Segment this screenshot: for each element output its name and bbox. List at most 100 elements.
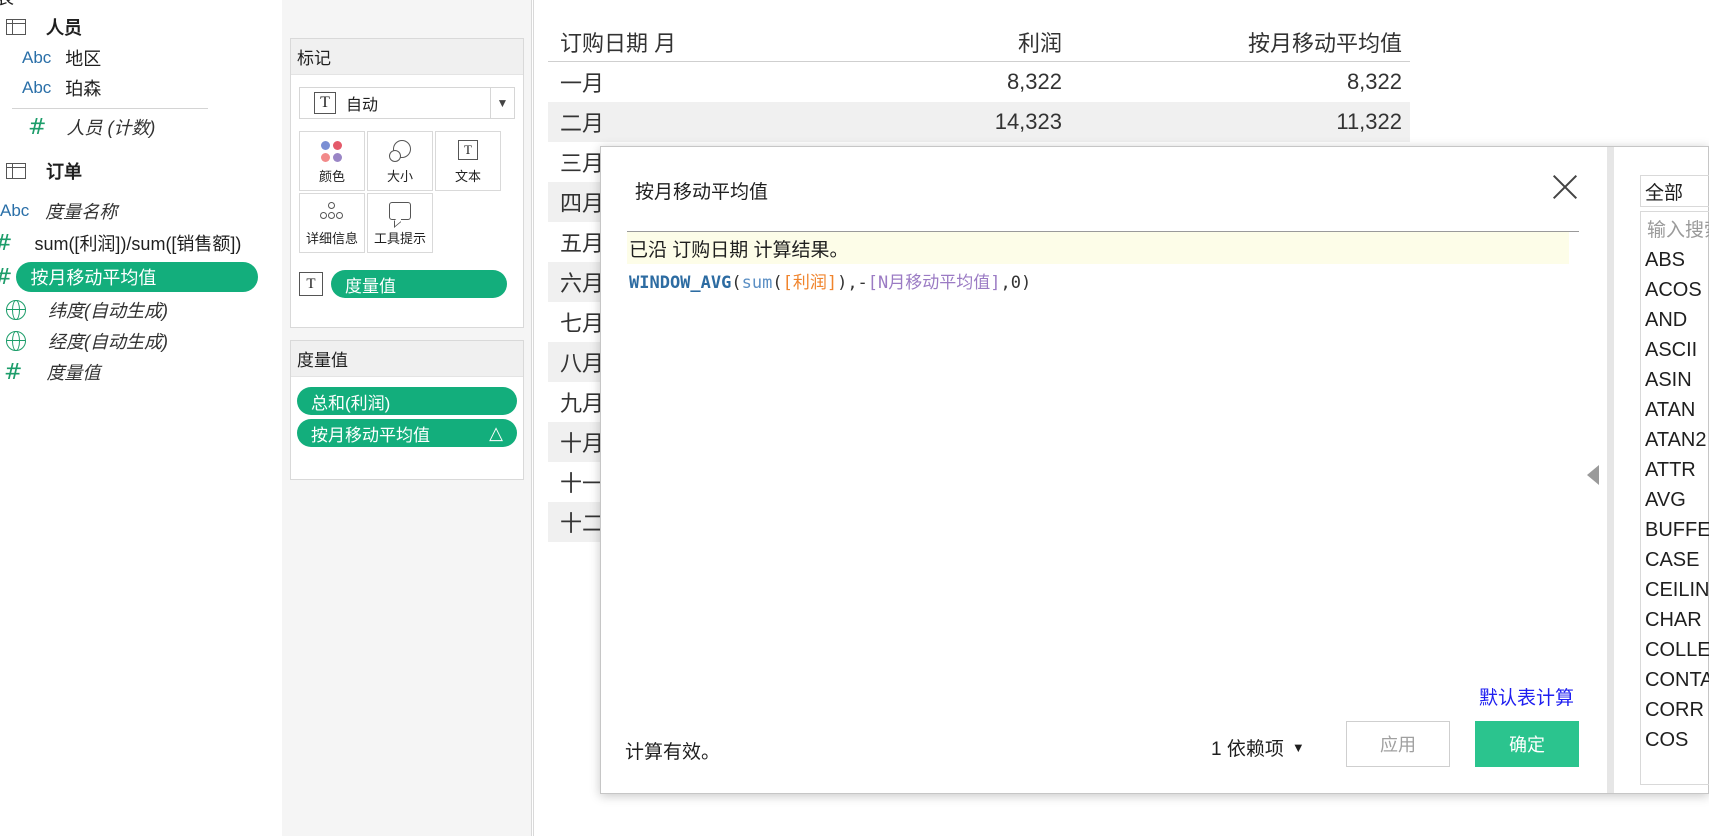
function-list-item[interactable]: CASE bbox=[1641, 545, 1709, 575]
formula-editor[interactable]: 已沿 订购日期 计算结果。 WINDOW_AVG(sum([利润]),-[N月移… bbox=[627, 231, 1579, 711]
size-button[interactable]: 大小 bbox=[367, 131, 433, 191]
apply-button[interactable]: 应用 bbox=[1346, 721, 1450, 767]
field-people-count[interactable]: # 人员 (计数) bbox=[28, 112, 155, 142]
function-list-item[interactable]: CHAR bbox=[1641, 605, 1709, 635]
tooltip-button[interactable]: 工具提示 bbox=[367, 193, 433, 253]
function-list: ABSACOSANDASCIIASINATANATAN2ATTRAVGBUFFE… bbox=[1640, 245, 1709, 785]
function-list-item[interactable]: ACOS bbox=[1641, 275, 1709, 305]
field-measure-values[interactable]: # 度量值 bbox=[4, 357, 100, 387]
detail-icon bbox=[320, 202, 344, 222]
measure-values-card: 度量值 总和(利润) 按月移动平均值 △ bbox=[290, 340, 524, 480]
field-measure-values-label: 度量值 bbox=[46, 363, 101, 383]
caret-down-icon: ▼ bbox=[1291, 740, 1305, 755]
formula-field: [利润] bbox=[782, 273, 838, 293]
table-calc-delta-icon: △ bbox=[489, 422, 503, 443]
mark-type-value: 自动 bbox=[346, 97, 379, 114]
calculation-dialog: 按月移动平均值 已沿 订购日期 计算结果。 WINDOW_AVG(sum([利润… bbox=[600, 146, 1709, 794]
string-type-icon: Abc bbox=[22, 48, 52, 67]
function-list-item[interactable]: BUFFER bbox=[1641, 515, 1709, 545]
collapse-panel-arrow-icon[interactable] bbox=[1587, 465, 1599, 485]
table-icon bbox=[6, 163, 26, 179]
function-list-item[interactable]: CEILING bbox=[1641, 575, 1709, 605]
row-month: 二月 bbox=[560, 111, 605, 136]
function-list-item[interactable]: ATAN2 bbox=[1641, 425, 1709, 455]
marks-card-title: 标记 bbox=[291, 39, 523, 75]
function-list-item[interactable]: ATTR bbox=[1641, 455, 1709, 485]
mark-type-dropdown[interactable]: T 自动 ▼ bbox=[299, 87, 515, 119]
color-button-label: 颜色 bbox=[318, 169, 345, 184]
row-month: 一月 bbox=[560, 71, 605, 96]
close-icon[interactable] bbox=[1551, 173, 1579, 201]
row-moving-avg: 8,322 bbox=[1346, 69, 1402, 94]
table-header-row: 订购日期 月 利润 按月移动平均值 bbox=[548, 22, 1410, 62]
header-order-month[interactable]: 订购日期 月 bbox=[548, 26, 798, 58]
function-list-item[interactable]: CONTAINS bbox=[1641, 665, 1709, 695]
calc-status-text: 计算有效。 bbox=[625, 742, 721, 763]
default-table-calc-link[interactable]: 默认表计算 bbox=[1479, 683, 1574, 710]
field-latitude[interactable]: 纬度(自动生成) bbox=[0, 295, 168, 325]
field-profit-ratio[interactable]: # sum([利润])/sum([销售额]) bbox=[0, 228, 241, 258]
size-icon bbox=[389, 140, 411, 162]
calc-number-icon: # bbox=[0, 231, 12, 256]
dependencies-dropdown[interactable]: 1 依赖项 ▼ bbox=[1211, 734, 1305, 761]
function-list-item[interactable]: AVG bbox=[1641, 485, 1709, 515]
field-longitude[interactable]: 经度(自动生成) bbox=[0, 326, 168, 356]
function-list-item[interactable]: ATAN bbox=[1641, 395, 1709, 425]
field-person-label: 珀森 bbox=[65, 79, 102, 99]
measure-pill-moving-avg[interactable]: 按月移动平均值 △ bbox=[297, 419, 517, 447]
text-icon: T bbox=[458, 140, 478, 160]
text-button-label: 文本 bbox=[454, 169, 481, 184]
header-moving-avg[interactable]: 按月移动平均值 bbox=[1062, 26, 1410, 58]
number-type-icon: # bbox=[28, 114, 47, 140]
panel-divider[interactable] bbox=[1607, 147, 1614, 793]
dialog-title[interactable]: 按月移动平均值 bbox=[635, 177, 768, 204]
field-profit-ratio-label: sum([利润])/sum([销售额]) bbox=[34, 234, 242, 254]
function-list-item[interactable]: ABS bbox=[1641, 245, 1709, 275]
ok-button[interactable]: 确定 bbox=[1475, 721, 1579, 767]
formula-paren: ( bbox=[731, 273, 742, 293]
text-button[interactable]: T 文本 bbox=[435, 131, 501, 191]
formula-paren: ) bbox=[1021, 273, 1032, 293]
detail-button[interactable]: 详细信息 bbox=[299, 193, 365, 253]
calc-scope-note: 已沿 订购日期 计算结果。 bbox=[627, 232, 1569, 264]
header-profit[interactable]: 利润 bbox=[798, 26, 1062, 58]
measure-values-pill[interactable]: 度量值 bbox=[331, 270, 507, 298]
function-list-item[interactable]: CORR bbox=[1641, 695, 1709, 725]
color-icon bbox=[320, 140, 344, 164]
measure-pill-sum-profit[interactable]: 总和(利润) bbox=[297, 387, 517, 415]
formula-paren: ) bbox=[837, 273, 848, 293]
table-row[interactable]: 二月 14,323 11,322 bbox=[548, 102, 1410, 142]
function-search-input[interactable]: 输入搜索 bbox=[1640, 211, 1709, 245]
group-people[interactable]: 人员 bbox=[0, 12, 82, 42]
size-button-label: 大小 bbox=[386, 169, 413, 184]
function-list-item[interactable]: ASIN bbox=[1641, 365, 1709, 395]
formula-function: WINDOW_AVG bbox=[629, 273, 732, 293]
field-moving-avg[interactable]: # 按月移动平均值 bbox=[0, 262, 259, 292]
function-category-dropdown[interactable]: 全部 bbox=[1640, 175, 1709, 207]
group-orders[interactable]: 订单 bbox=[0, 156, 82, 186]
field-person[interactable]: Abc 珀森 bbox=[22, 73, 101, 103]
top-partial-text: 表 bbox=[0, 0, 14, 10]
chevron-down-icon[interactable]: ▼ bbox=[490, 88, 514, 118]
table-icon bbox=[6, 19, 26, 35]
field-region[interactable]: Abc 地区 bbox=[22, 43, 101, 73]
data-pane: 表 人员 Abc 地区 Abc 珀森 # 人员 (计数) 订单 Abc 度量名称… bbox=[0, 0, 282, 836]
function-list-item[interactable]: ASCII bbox=[1641, 335, 1709, 365]
measure-pill-moving-avg-label: 按月移动平均值 bbox=[311, 425, 430, 445]
dependencies-label: 1 依赖项 bbox=[1211, 739, 1284, 760]
marks-card: 标记 T 自动 ▼ 颜色 大小 T 文本 详细信息 工具提示 T 度量值 bbox=[290, 38, 524, 328]
table-row[interactable]: 一月 8,322 8,322 bbox=[548, 62, 1410, 102]
field-region-label: 地区 bbox=[65, 49, 102, 69]
function-list-item[interactable]: AND bbox=[1641, 305, 1709, 335]
color-button[interactable]: 颜色 bbox=[299, 131, 365, 191]
formula-paren: ( bbox=[772, 273, 783, 293]
marks-column: 标记 T 自动 ▼ 颜色 大小 T 文本 详细信息 工具提示 T 度量值 度量值… bbox=[282, 0, 532, 836]
function-list-item[interactable]: COS bbox=[1641, 725, 1709, 755]
field-measure-names[interactable]: Abc 度量名称 bbox=[0, 196, 117, 226]
globe-icon bbox=[6, 300, 26, 320]
field-longitude-label: 经度(自动生成) bbox=[48, 332, 168, 352]
number-type-icon: # bbox=[4, 359, 23, 385]
text-mark-icon: T bbox=[314, 92, 336, 114]
formula-text[interactable]: WINDOW_AVG(sum([利润]),-[N月移动平均值],0) bbox=[629, 268, 1031, 293]
function-list-item[interactable]: COLLECT bbox=[1641, 635, 1709, 665]
